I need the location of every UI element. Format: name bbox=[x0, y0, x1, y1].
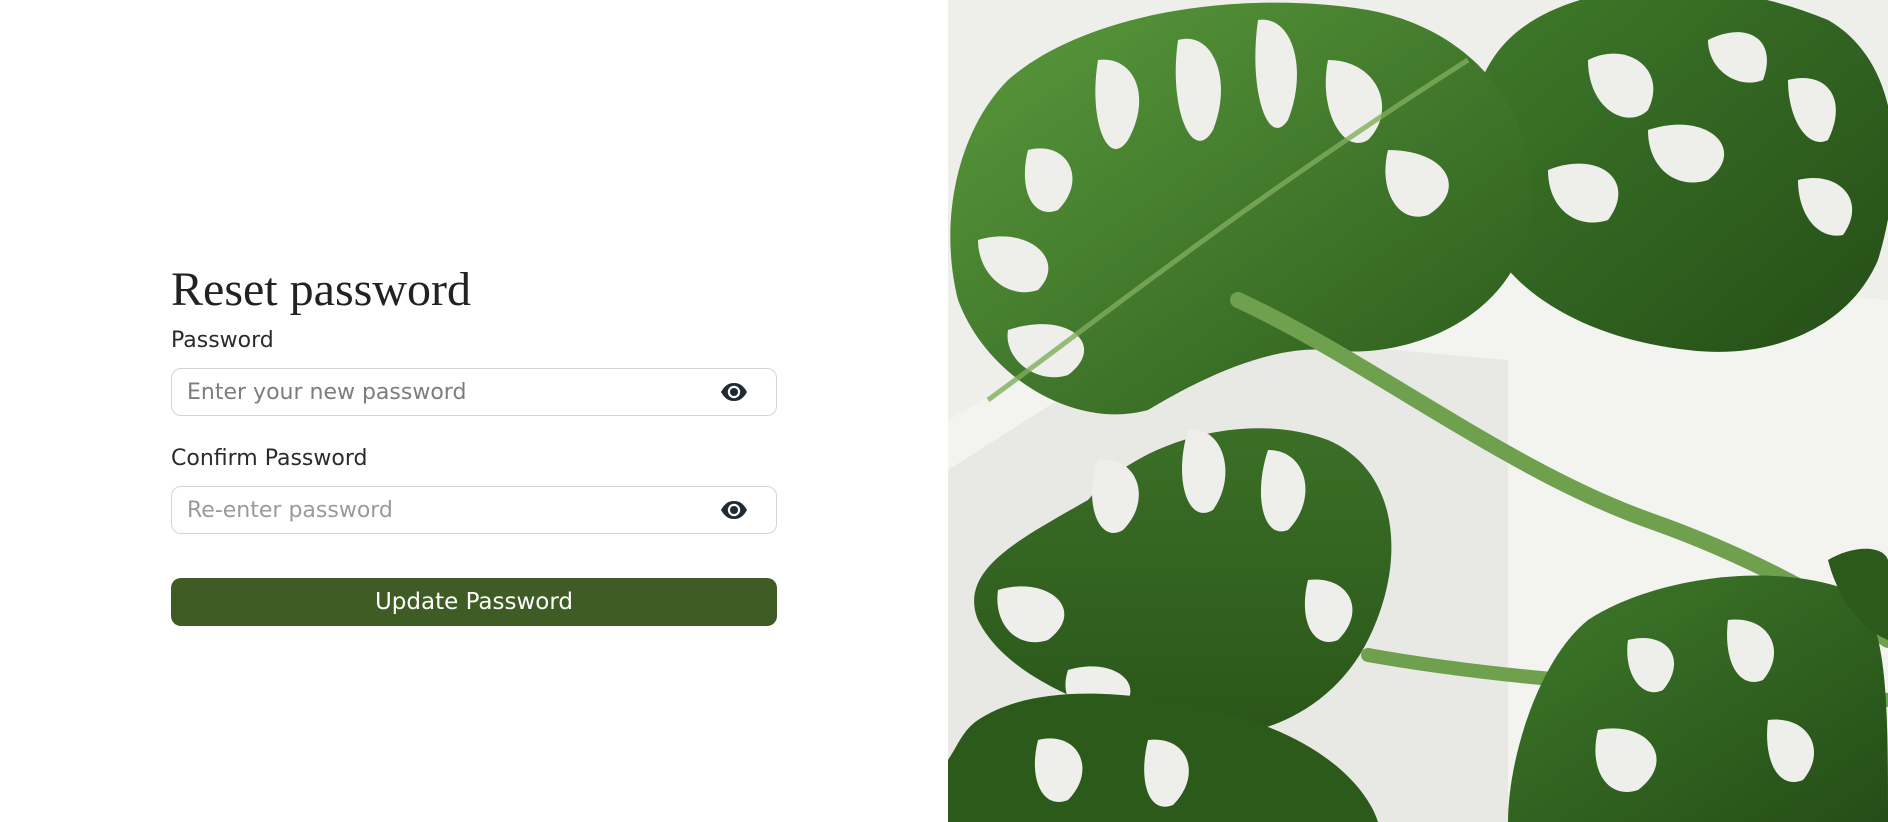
eye-icon bbox=[721, 383, 747, 401]
update-password-button[interactable]: Update Password bbox=[171, 578, 777, 626]
password-input[interactable] bbox=[172, 369, 776, 415]
eye-icon bbox=[721, 501, 747, 519]
page-title: Reset password bbox=[171, 263, 471, 316]
toggle-confirm-password-visibility-button[interactable] bbox=[720, 499, 748, 521]
monstera-illustration bbox=[948, 0, 1888, 822]
confirm-password-field-wrapper bbox=[171, 486, 777, 534]
password-field-wrapper bbox=[171, 368, 777, 416]
reset-password-form: Reset password Password Confirm Password bbox=[171, 258, 777, 626]
password-label: Password bbox=[171, 328, 274, 353]
monstera-leaf-image bbox=[948, 0, 1888, 822]
confirm-password-label: Confirm Password bbox=[171, 446, 368, 471]
toggle-password-visibility-button[interactable] bbox=[720, 381, 748, 403]
reset-password-page: Reset password Password Confirm Password bbox=[0, 0, 1888, 822]
confirm-password-input[interactable] bbox=[172, 487, 776, 533]
form-panel: Reset password Password Confirm Password bbox=[0, 0, 948, 822]
